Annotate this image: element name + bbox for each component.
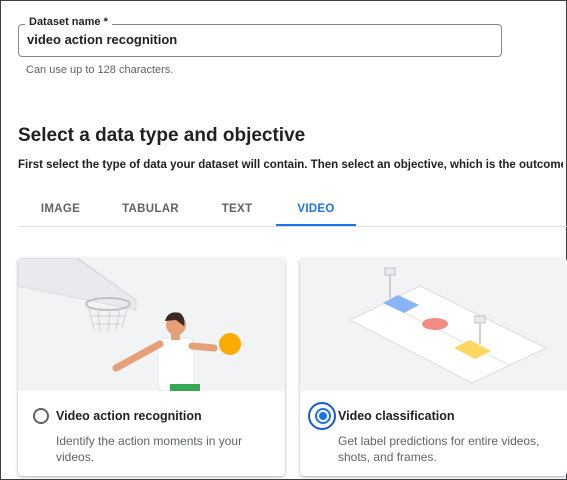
objective-description-video-action-recognition: Identify the action moments in your vide…	[56, 434, 243, 464]
objective-card-video-classification[interactable]: Video classification Get label predictio…	[300, 258, 567, 476]
radio-selected-dot	[319, 412, 327, 420]
dataset-name-helper: Can use up to 128 characters.	[26, 64, 174, 76]
tab-video[interactable]: VIDEO	[276, 194, 356, 226]
section-title: Select a data type and objective	[18, 125, 306, 146]
radio-video-classification[interactable]	[315, 408, 331, 424]
dataset-name-field[interactable]: Dataset name *	[18, 16, 502, 57]
tab-tabular[interactable]: TABULAR	[103, 194, 198, 226]
data-type-tabs: IMAGE TABULAR TEXT VIDEO	[18, 194, 567, 227]
objective-description-video-classification: Get label predictions for entire videos,…	[338, 434, 540, 464]
tab-text[interactable]: TEXT	[198, 194, 276, 226]
objective-title-video-classification: Video classification	[338, 409, 455, 423]
tab-image[interactable]: IMAGE	[18, 194, 103, 226]
basketball-player-illustration	[18, 258, 285, 391]
dataset-name-label: Dataset name *	[25, 16, 112, 28]
objective-title-video-action-recognition: Video action recognition	[56, 409, 202, 423]
radio-video-action-recognition[interactable]	[33, 408, 49, 424]
dataset-name-input[interactable]	[27, 32, 487, 47]
section-description: First select the type of data your datas…	[18, 159, 563, 171]
basketball-court-illustration	[300, 258, 567, 391]
objective-card-video-action-recognition[interactable]: Video action recognition Identify the ac…	[18, 258, 285, 476]
